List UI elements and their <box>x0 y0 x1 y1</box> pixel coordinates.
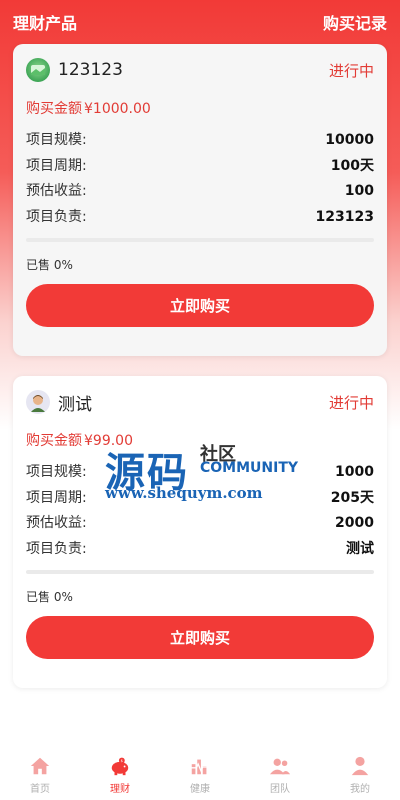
tab-mine[interactable]: 我的 <box>320 755 400 795</box>
product-name: 123123 <box>58 60 123 80</box>
info-row-return: 预估收益: 100 <box>26 179 374 205</box>
field-label: 预估收益: <box>26 183 87 199</box>
field-value: 123123 <box>315 208 374 225</box>
buy-now-button[interactable]: 立即购买 <box>26 616 374 659</box>
field-value: 10000 <box>325 132 374 148</box>
amount-label: 购买金额 <box>26 433 82 449</box>
card-header: 测试 进行中 <box>26 376 374 428</box>
user-icon <box>351 756 369 776</box>
sold-percent: 已售 0% <box>26 590 73 604</box>
field-value: 2000 <box>335 515 374 531</box>
field-value: 1000 <box>335 464 374 480</box>
purchase-records-link[interactable]: 购买记录 <box>323 10 387 34</box>
status-badge: 进行中 <box>328 61 374 80</box>
sold-progress-bar <box>26 238 374 242</box>
product-name: 测试 <box>58 394 92 415</box>
page-title: 理财产品 <box>13 14 78 33</box>
field-label: 项目周期: <box>26 157 87 174</box>
tab-health[interactable]: 健康 <box>160 755 240 795</box>
card-header: 123123 进行中 <box>26 44 374 96</box>
info-row-scale: 项目规模: 10000 <box>26 128 374 154</box>
field-label: 预估收益: <box>26 515 87 531</box>
info-row-return: 预估收益: 2000 <box>26 511 374 537</box>
watermark-community-text: COMMUNITY <box>200 460 299 476</box>
status-badge: 进行中 <box>328 393 374 412</box>
tab-label: 理财 <box>110 784 130 795</box>
person-icon <box>26 390 50 414</box>
tab-label: 团队 <box>270 784 290 795</box>
tab-team[interactable]: 团队 <box>240 755 320 795</box>
sold-progress-bar <box>26 570 374 574</box>
amount-label: 购买金额 <box>26 101 82 117</box>
green-landscape-icon <box>26 58 50 82</box>
sold-percent: 已售 0% <box>26 258 73 272</box>
field-label: 项目规模: <box>26 464 87 480</box>
purchase-amount: 购买金额 ¥1000.00 <box>26 96 374 122</box>
watermark: 源码 社区 COMMUNITY www.shequym.com <box>105 440 305 510</box>
tab-label: 首页 <box>30 784 50 795</box>
amount-value: ¥1000.00 <box>84 101 151 117</box>
field-label: 项目负责: <box>26 208 87 225</box>
info-row-period: 项目周期: 100天 <box>26 154 374 180</box>
tab-home[interactable]: 首页 <box>0 755 80 795</box>
tab-label: 我的 <box>350 784 370 795</box>
product-card: 测试 进行中 购买金额 ¥99.00 项目规模: 1000 项目周期: 205天 预估… <box>13 376 387 688</box>
field-value: 测试 <box>346 540 374 557</box>
info-row-owner: 项目负责: 测试 <box>26 537 374 563</box>
health-chart-icon <box>190 759 210 775</box>
team-icon <box>269 758 291 775</box>
field-value: 205天 <box>330 489 374 506</box>
home-icon <box>30 757 50 775</box>
tab-finance[interactable]: $ 理财 <box>80 755 160 795</box>
field-label: 项目规模: <box>26 132 87 148</box>
product-card: 123123 进行中 购买金额 ¥1000.00 项目规模: 10000 项目周期:… <box>13 44 387 356</box>
piggy-bank-icon: $ <box>111 757 129 776</box>
field-label: 项目负责: <box>26 540 87 557</box>
bottom-tab-bar: 首页 $ 理财 健康 团队 我的 <box>0 750 400 800</box>
field-value: 100天 <box>330 157 374 174</box>
watermark-url: www.shequym.com <box>105 484 263 502</box>
buy-now-button[interactable]: 立即购买 <box>26 284 374 327</box>
top-bar: 理财产品 购买记录 <box>0 0 400 44</box>
field-value: 100 <box>344 183 374 199</box>
info-row-owner: 项目负责: 123123 <box>26 205 374 231</box>
tab-label: 健康 <box>190 784 210 795</box>
field-label: 项目周期: <box>26 489 87 506</box>
